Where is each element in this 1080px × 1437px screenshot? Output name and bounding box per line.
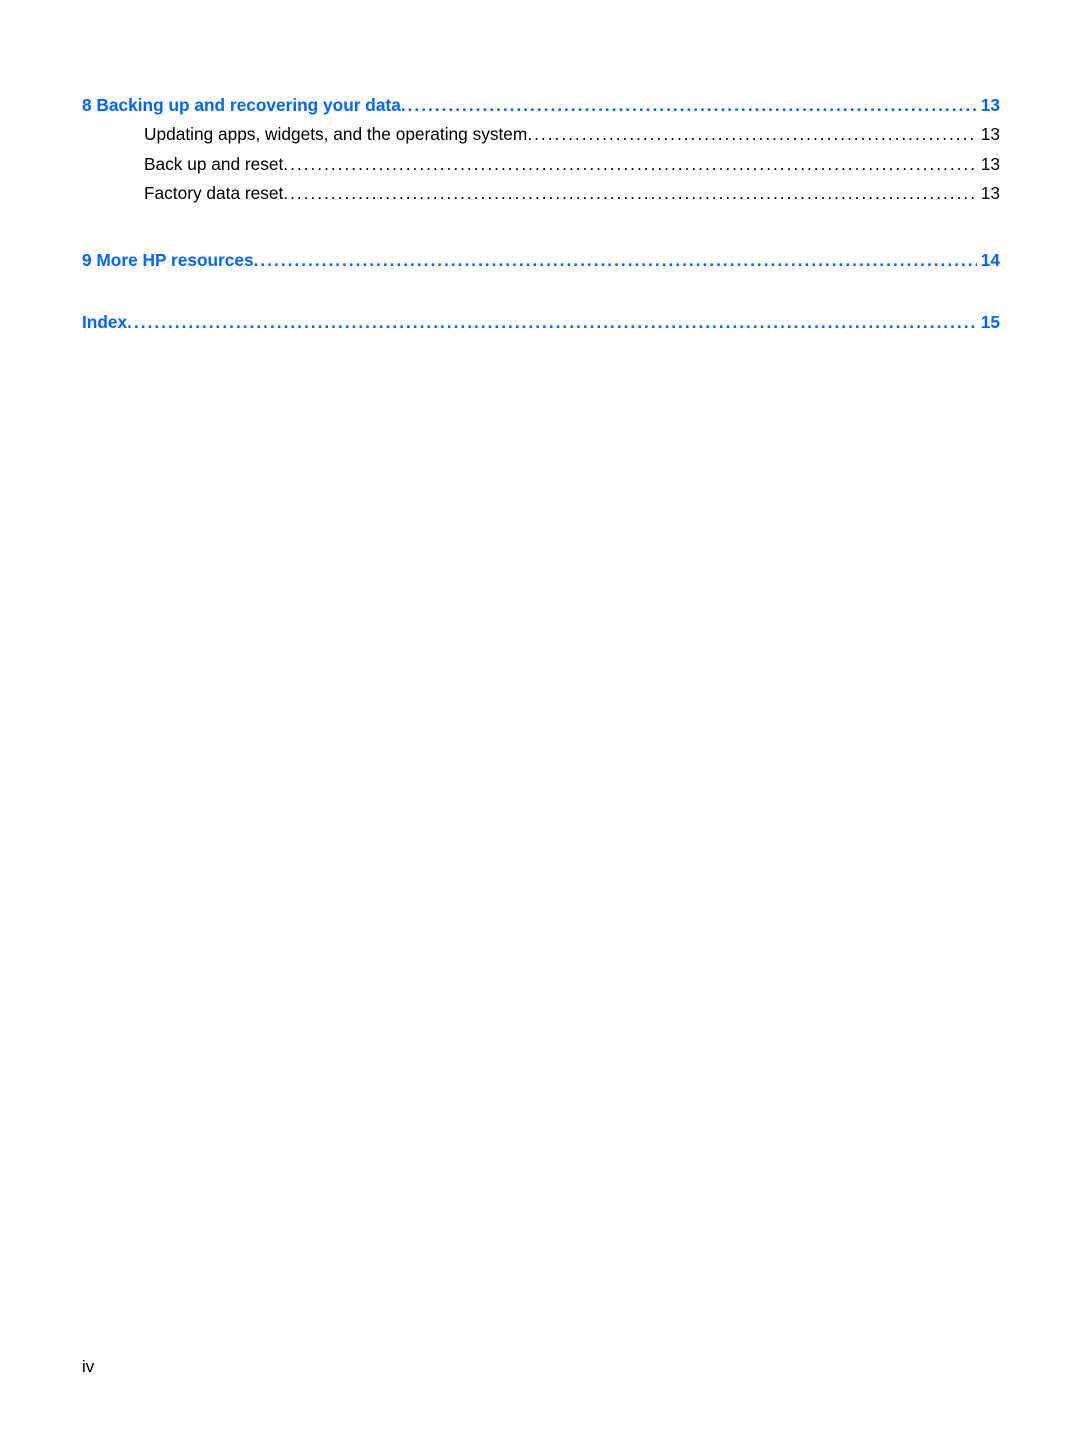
- toc-entry-chapter-9[interactable]: 9 More HP resources 14: [82, 247, 1000, 274]
- toc-entry-page: 15: [977, 309, 1000, 336]
- toc-leader-dots: [527, 121, 976, 148]
- document-page: 8 Backing up and recovering your data 13…: [0, 0, 1080, 1437]
- toc-entry-title: Factory data reset: [144, 180, 283, 207]
- toc-entry-index[interactable]: Index 15: [82, 309, 1000, 336]
- toc-leader-dots: [283, 180, 976, 207]
- toc-entry-title: Back up and reset: [144, 151, 283, 178]
- toc-leader-dots: [283, 151, 976, 178]
- page-number: iv: [82, 1357, 94, 1377]
- toc-leader-dots: [401, 92, 977, 119]
- toc-entry-title: 8 Backing up and recovering your data: [82, 92, 401, 119]
- toc-leader-dots: [127, 309, 977, 336]
- toc-entry-back-up-reset[interactable]: Back up and reset 13: [144, 151, 1000, 178]
- toc-entry-page: 14: [977, 247, 1000, 274]
- toc-entry-title: Index: [82, 309, 127, 336]
- toc-section-8: 8 Backing up and recovering your data 13…: [82, 92, 1000, 207]
- toc-entry-updating-apps[interactable]: Updating apps, widgets, and the operatin…: [144, 121, 1000, 148]
- toc-entry-page: 13: [977, 92, 1000, 119]
- toc-entry-chapter-8[interactable]: 8 Backing up and recovering your data 13: [82, 92, 1000, 119]
- toc-entry-factory-reset[interactable]: Factory data reset 13: [144, 180, 1000, 207]
- toc-entry-page: 13: [977, 151, 1000, 178]
- toc-leader-dots: [254, 247, 977, 274]
- toc-entry-title: Updating apps, widgets, and the operatin…: [144, 121, 527, 148]
- toc-entry-page: 13: [977, 121, 1000, 148]
- toc-entry-page: 13: [977, 180, 1000, 207]
- toc-entry-title: 9 More HP resources: [82, 247, 254, 274]
